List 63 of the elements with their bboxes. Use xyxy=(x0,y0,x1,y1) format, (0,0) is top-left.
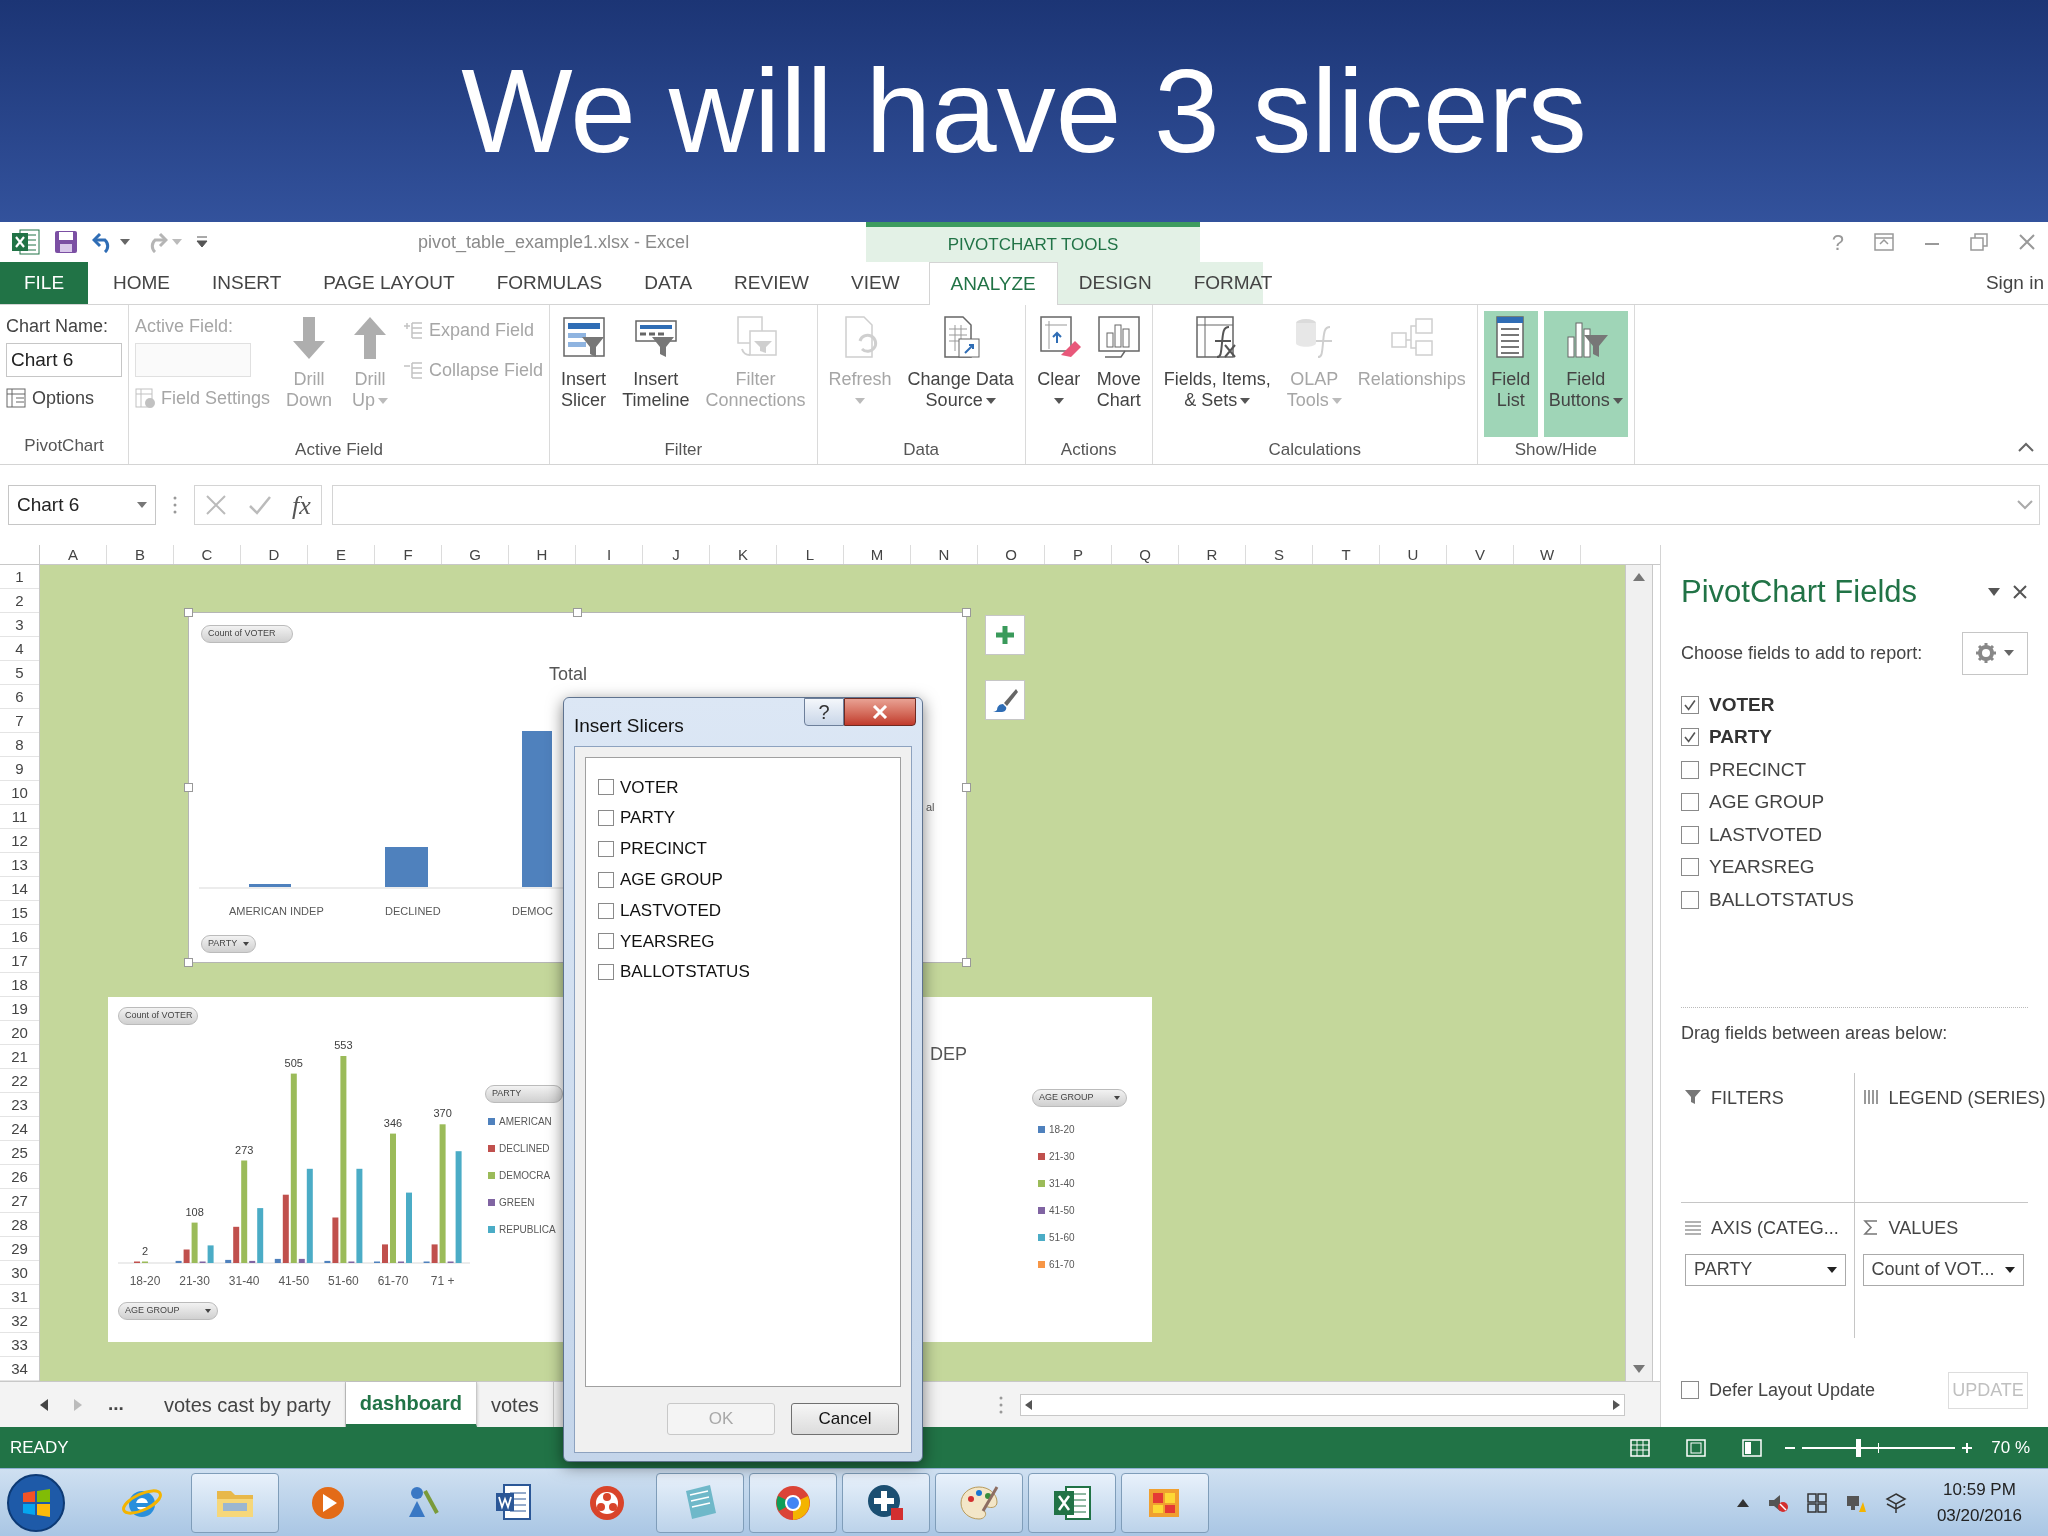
axis-label: 41-50 xyxy=(278,1274,310,1288)
group-label: Show/Hide xyxy=(1514,439,1597,461)
axis-label: 61-70 xyxy=(377,1274,409,1288)
area-label: LEGEND (SERIES) xyxy=(1888,1086,2046,1110)
legend-label: DECLINED xyxy=(499,1142,550,1156)
data-label: 108 xyxy=(185,1205,204,1218)
dialog-title: Insert Slicers xyxy=(574,714,684,738)
pane-instructions: Drag fields between areas below: xyxy=(1681,1021,1949,1045)
legend-label: 61-70 xyxy=(1049,1258,1075,1272)
legend-label: 41-50 xyxy=(1049,1204,1075,1218)
axis-label: 18-20 xyxy=(129,1274,161,1288)
legend-label: GREEN xyxy=(499,1196,535,1210)
chart-title: DEP xyxy=(930,1043,967,1066)
chart-title: Total xyxy=(549,663,588,686)
data-label: 505 xyxy=(284,1056,303,1069)
status-text: READY xyxy=(10,1436,69,1459)
date-text: 03/20/2016 xyxy=(1936,1504,2022,1527)
group-label: Filter xyxy=(664,439,703,461)
data-label: 273 xyxy=(235,1143,254,1156)
data-label: 370 xyxy=(433,1107,452,1120)
legend-label: 51-60 xyxy=(1049,1231,1075,1245)
pane-instructions: Choose fields to add to report: xyxy=(1681,641,1923,665)
legend-label: al xyxy=(926,800,935,815)
context-header: PIVOTCHART TOOLS xyxy=(947,233,1119,256)
axis-label: 71 + xyxy=(430,1274,455,1288)
pane-title: PivotChart Fields xyxy=(1681,573,1918,611)
group-label: PivotChart xyxy=(24,434,104,457)
area-label: AXIS (CATEG... xyxy=(1711,1216,1839,1240)
window-title: pivot_table_example1.xlsx - Excel xyxy=(418,231,690,252)
field-label: Chart Name: xyxy=(6,315,110,338)
axis-label: AMERICAN INDEP xyxy=(229,904,324,919)
data-label: 346 xyxy=(383,1116,403,1129)
area-label: FILTERS xyxy=(1711,1086,1784,1110)
legend-label: REPUBLICA xyxy=(499,1223,556,1237)
axis-label: DEMOC xyxy=(512,904,553,919)
axis-label: DECLINED xyxy=(385,904,441,919)
group-label: Active Field xyxy=(295,439,383,461)
checkbox-label: VOTER xyxy=(620,776,679,799)
time-text: 10:59 PM xyxy=(1943,1479,2016,1501)
axis-label: 21-30 xyxy=(179,1274,210,1288)
legend-label: AMERICAN xyxy=(499,1115,552,1129)
checkbox-label: PRECINCT xyxy=(620,838,707,861)
axis-label: 51-60 xyxy=(328,1274,359,1288)
checkbox-label: YEARSREG xyxy=(620,930,715,953)
legend-label: 31-40 xyxy=(1049,1177,1075,1191)
group-label: Actions xyxy=(1060,439,1117,461)
checkbox-label: AGE GROUP xyxy=(620,869,723,892)
area-label: VALUES xyxy=(1888,1216,1959,1240)
slide-title: We will have 3 slicers xyxy=(461,52,1587,170)
data-label: 2 xyxy=(141,1245,149,1257)
group-label: Data xyxy=(903,439,940,461)
legend-label: DEMOCRA xyxy=(499,1169,551,1183)
checkbox-label: LASTVOTED xyxy=(620,899,722,922)
axis-label: 31-40 xyxy=(228,1274,260,1288)
legend-label: 18-20 xyxy=(1049,1123,1075,1137)
data-label: 553 xyxy=(334,1039,353,1051)
checkbox-label: BALLOTSTATUS xyxy=(620,961,750,984)
group-label: Calculations xyxy=(1268,439,1362,461)
checkbox-label: Defer Layout Update xyxy=(1709,1378,1876,1402)
checkbox-label: PARTY xyxy=(620,807,676,830)
name-box-value: Chart 6 xyxy=(17,492,80,517)
legend-label: 21-30 xyxy=(1049,1150,1075,1164)
field-label: Active Field: xyxy=(135,315,235,338)
